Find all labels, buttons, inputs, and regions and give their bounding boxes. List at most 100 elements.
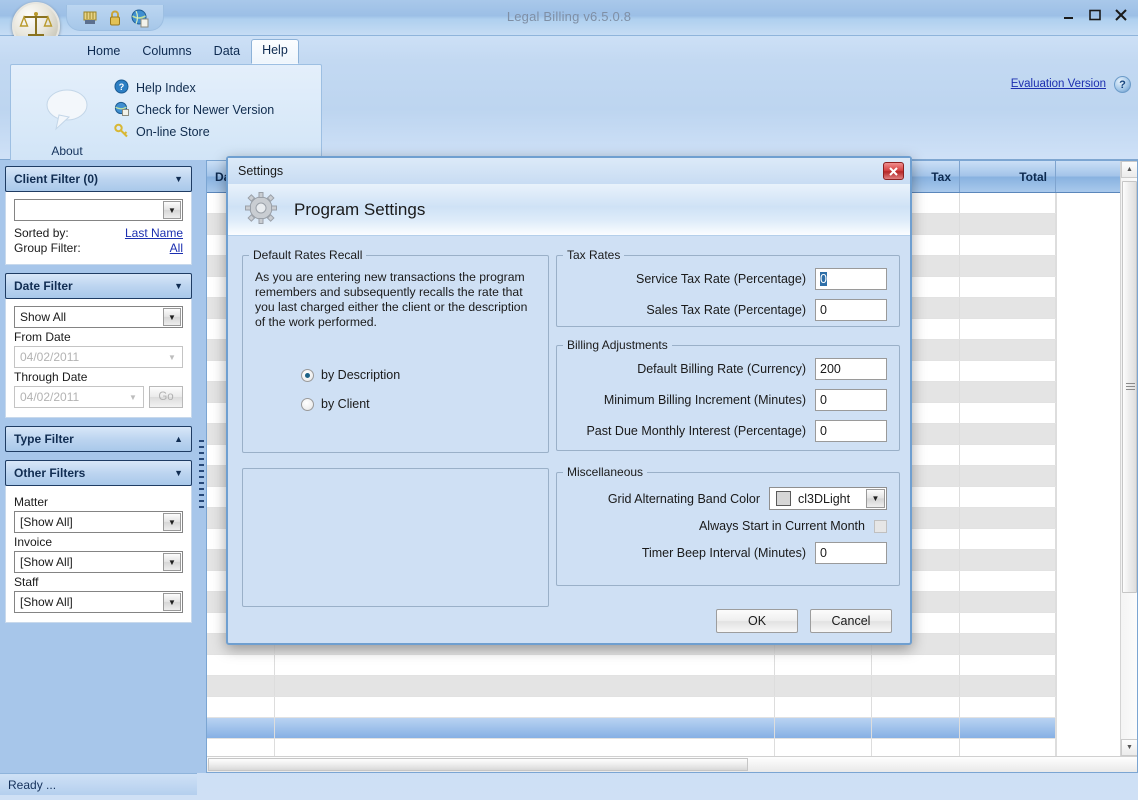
from-date-picker[interactable]: 04/02/2011 ▼ <box>14 346 183 368</box>
help-icon[interactable]: ? <box>1114 76 1131 93</box>
date-mode-combo[interactable]: Show All ▼ <box>14 306 183 328</box>
close-button[interactable] <box>1114 8 1128 22</box>
group-legend: Default Rates Recall <box>253 248 363 262</box>
ribbon-tabstrip: Home Columns Data Help <box>76 39 299 64</box>
table-cell <box>960 214 1056 234</box>
field-label: Default Billing Rate (Currency) <box>637 362 806 376</box>
group-filter-link[interactable]: All <box>170 241 183 255</box>
key-icon <box>114 123 129 141</box>
staff-combo[interactable]: [Show All] ▼ <box>14 591 183 613</box>
ok-button[interactable]: OK <box>716 609 798 633</box>
grid-horizontal-scrollbar[interactable] <box>207 756 1137 772</box>
table-cell <box>960 298 1056 318</box>
quick-access-toolbar <box>66 5 164 31</box>
dialog-close-button[interactable] <box>883 162 904 180</box>
menu-item-check-newer-version[interactable]: Check for Newer Version <box>111 99 311 121</box>
invoice-value: [Show All] <box>20 555 73 569</box>
dialog-button-bar: OK Cancel <box>716 609 892 633</box>
maximize-button[interactable] <box>1088 8 1102 22</box>
scroll-up-button[interactable]: ▲ <box>1121 161 1137 178</box>
chevron-down-icon[interactable]: ▼ <box>163 553 181 571</box>
minimize-button[interactable] <box>1062 8 1076 22</box>
chevron-down-icon[interactable]: ▼ <box>163 348 181 366</box>
table-cell <box>960 529 1056 549</box>
radio-by-client[interactable]: by Client <box>301 397 536 411</box>
vertical-scroll-thumb[interactable] <box>1122 181 1137 593</box>
chevron-down-icon[interactable]: ▼ <box>163 513 181 531</box>
minimum-billing-increment-input[interactable]: 0 <box>815 389 887 411</box>
default-rates-description: As you are entering new transactions the… <box>255 270 528 329</box>
dialog-body: Default Rates Recall As you are entering… <box>228 236 910 645</box>
sorted-by-link[interactable]: Last Name <box>125 226 183 240</box>
tab-home[interactable]: Home <box>76 40 131 64</box>
accordion-client-filter[interactable]: Client Filter (0) ▼ <box>5 166 192 192</box>
horizontal-scroll-thumb[interactable] <box>208 758 748 771</box>
table-row[interactable] <box>207 697 1057 718</box>
chevron-down-icon[interactable]: ▼ <box>124 388 142 406</box>
table-cell <box>960 445 1056 465</box>
chevron-down-icon[interactable]: ▼ <box>866 489 885 508</box>
through-date-picker[interactable]: 04/02/2011 ▼ <box>14 386 144 408</box>
globe-document-icon[interactable] <box>130 8 150 28</box>
table-row[interactable] <box>207 676 1057 697</box>
chevron-down-icon: ▼ <box>174 281 183 291</box>
through-date-label: Through Date <box>14 370 88 384</box>
menu-item-help-index[interactable]: ? Help Index <box>111 77 311 99</box>
default-billing-rate-input[interactable]: 200 <box>815 358 887 380</box>
accordion-date-filter[interactable]: Date Filter ▼ <box>5 273 192 299</box>
accordion-type-filter[interactable]: Type Filter ▲ <box>5 426 192 452</box>
table-row[interactable] <box>207 655 1057 676</box>
service-tax-rate-input[interactable]: 0 <box>815 268 887 290</box>
padlock-gold-icon[interactable] <box>105 8 125 28</box>
go-button[interactable]: Go <box>149 386 183 408</box>
dnct-hand-icon[interactable] <box>80 8 100 28</box>
column-header-total[interactable]: Total <box>960 161 1056 192</box>
timer-beep-interval-input[interactable]: 0 <box>815 542 887 564</box>
radio-by-description[interactable]: by Description <box>301 368 536 382</box>
through-date-value: 04/02/2011 <box>20 390 80 404</box>
sales-tax-rate-input[interactable]: 0 <box>815 299 887 321</box>
table-cell <box>207 655 275 675</box>
group-tax-rates: Tax Rates Service Tax Rate (Percentage) … <box>556 248 900 327</box>
client-filter-body: ▼ Sorted by: Last Name Group Filter: All <box>5 192 192 265</box>
table-cell <box>207 697 275 717</box>
invoice-combo[interactable]: [Show All] ▼ <box>14 551 183 573</box>
tab-help[interactable]: Help <box>251 39 299 64</box>
cancel-button[interactable]: Cancel <box>810 609 892 633</box>
chevron-up-icon: ▲ <box>174 434 183 444</box>
tab-data[interactable]: Data <box>203 40 251 64</box>
grid-vertical-scrollbar[interactable]: ▲ ▼ <box>1120 161 1137 756</box>
grid-band-color-combo[interactable]: cl3DLight ▼ <box>769 487 887 510</box>
dialog-heading: Program Settings <box>294 199 426 219</box>
table-cell <box>960 655 1056 675</box>
table-cell <box>960 382 1056 402</box>
chevron-down-icon[interactable]: ▼ <box>163 593 181 611</box>
past-due-interest-input[interactable]: 0 <box>815 420 887 442</box>
accordion-other-filters[interactable]: Other Filters ▼ <box>5 460 192 486</box>
table-cell <box>275 697 775 717</box>
matter-combo[interactable]: [Show All] ▼ <box>14 511 183 533</box>
window-controls <box>1062 8 1128 22</box>
invoice-label: Invoice <box>14 535 53 549</box>
table-cell <box>275 718 775 738</box>
always-start-checkbox[interactable] <box>874 519 887 533</box>
chevron-down-icon[interactable]: ▼ <box>163 201 181 219</box>
radio-icon <box>301 397 314 411</box>
tab-columns[interactable]: Columns <box>131 40 202 64</box>
staff-label: Staff <box>14 575 39 589</box>
table-row[interactable] <box>207 718 1057 739</box>
dialog-title-bar: Settings <box>228 158 910 184</box>
menu-item-online-store[interactable]: On-line Store <box>111 121 311 143</box>
sidebar-splitter[interactable] <box>197 160 206 773</box>
field-timer-beep-interval: Timer Beep Interval (Minutes) 0 <box>569 542 887 564</box>
color-swatch-icon <box>776 491 791 506</box>
evaluation-version-link[interactable]: Evaluation Version <box>1011 78 1106 90</box>
table-cell <box>872 718 960 738</box>
menu-item-label: On-line Store <box>136 125 210 139</box>
chevron-down-icon: ▼ <box>174 174 183 184</box>
chevron-down-icon[interactable]: ▼ <box>163 308 181 326</box>
scroll-down-button[interactable]: ▼ <box>1121 739 1137 756</box>
client-combo[interactable]: ▼ <box>14 199 183 221</box>
sorted-by-label: Sorted by: <box>14 226 69 240</box>
help-menu-list: ? Help Index Check for Newer Version On-… <box>111 77 311 143</box>
